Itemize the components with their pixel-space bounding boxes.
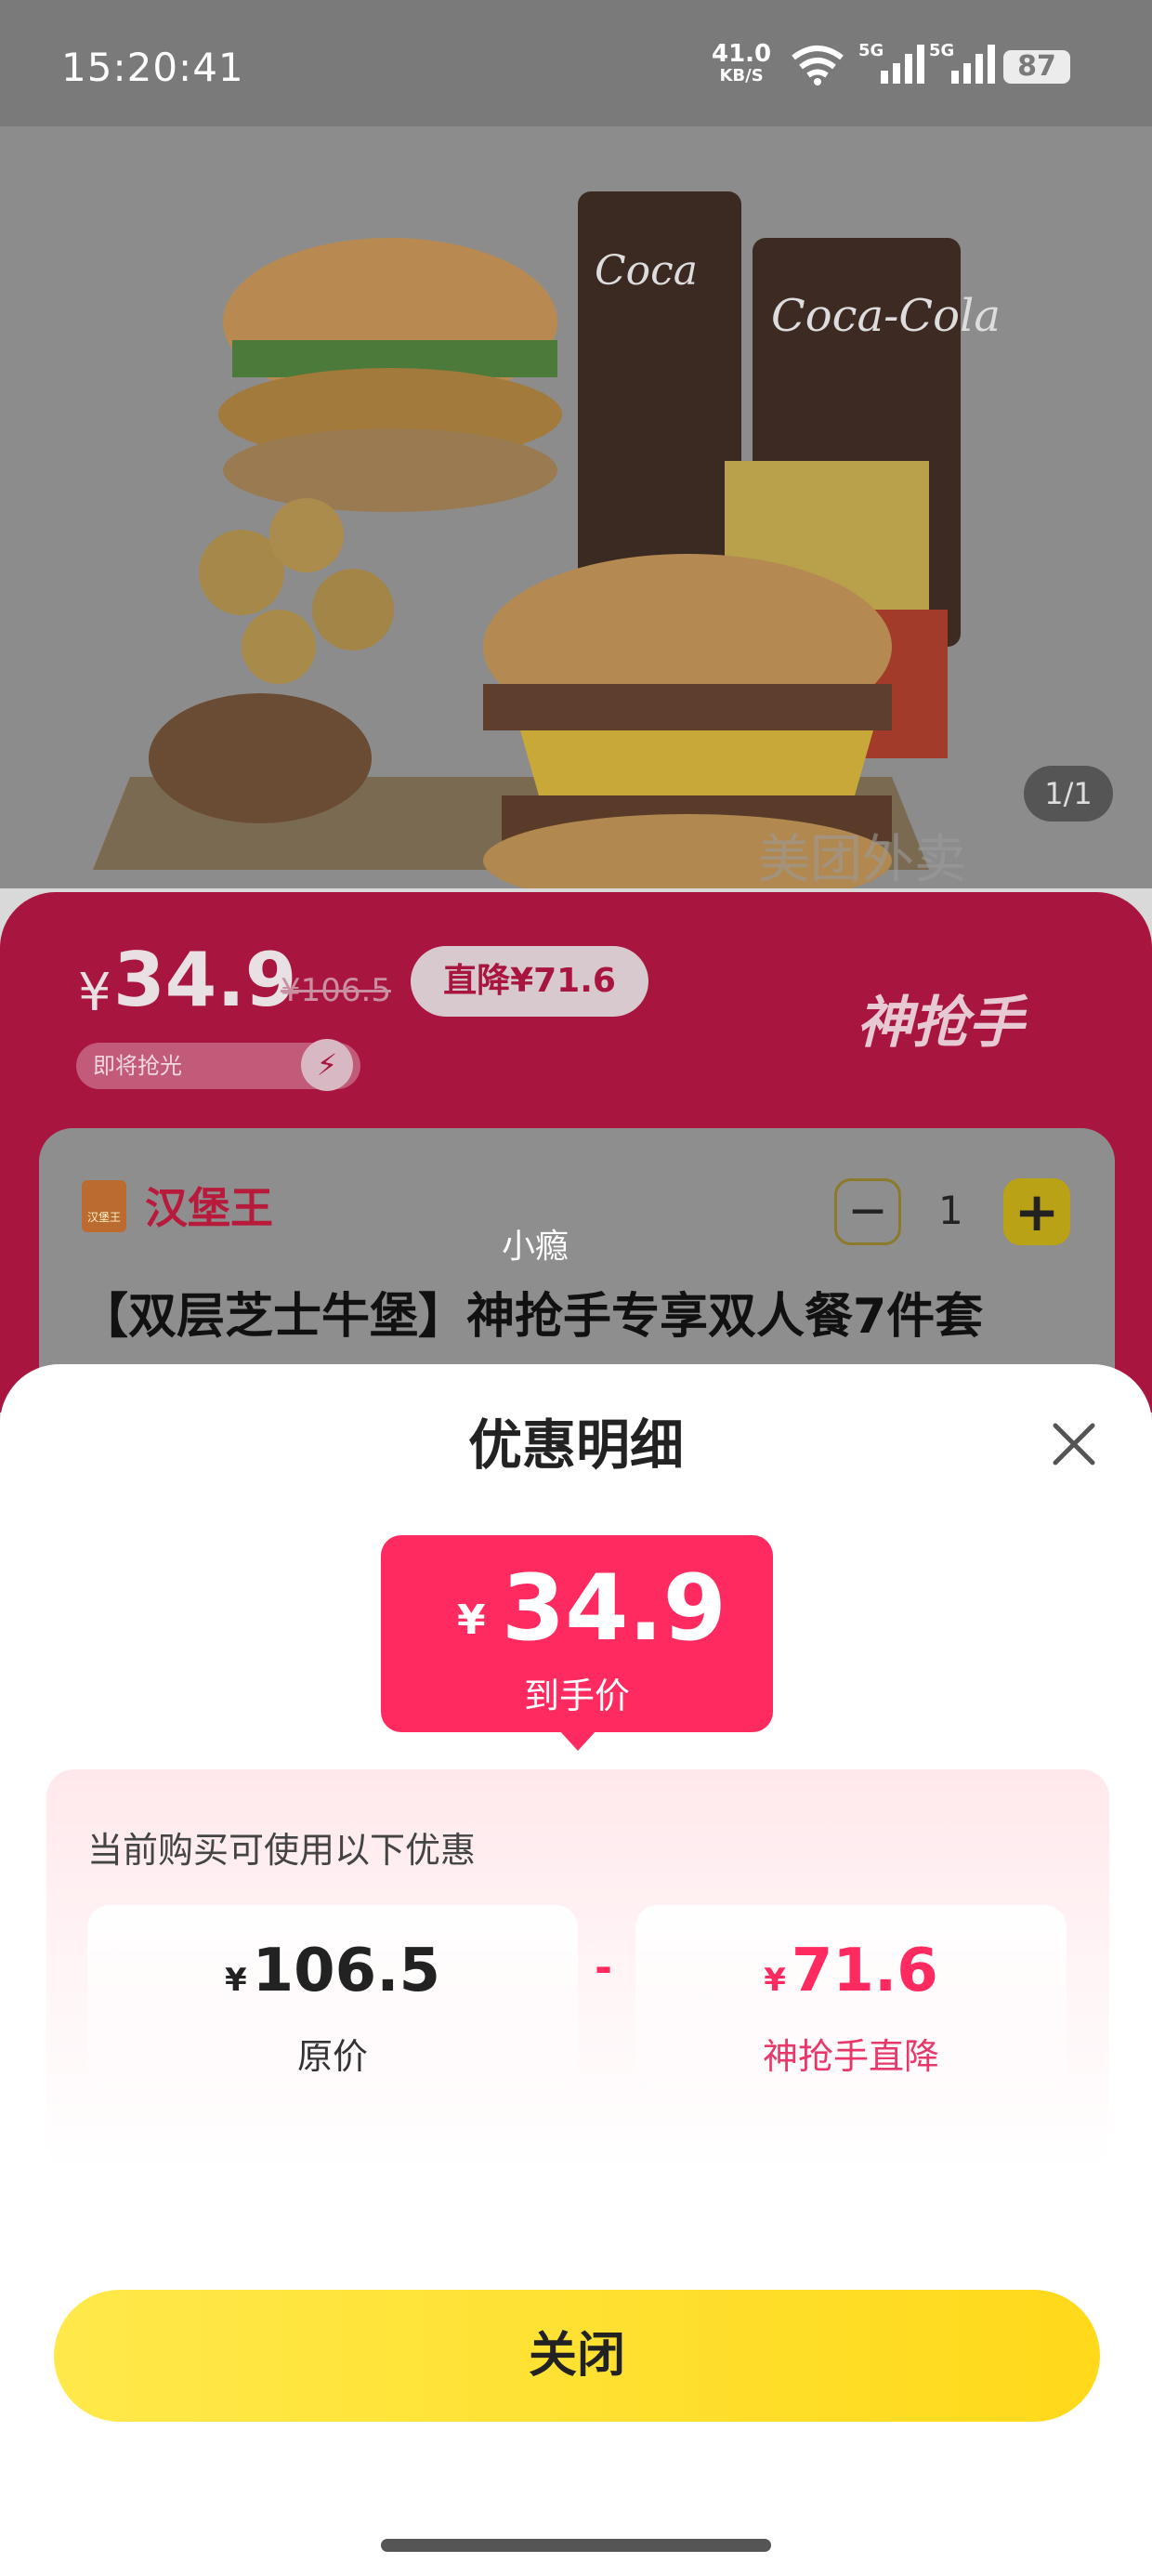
discount-label: 神抢手直降 [762, 2036, 939, 2077]
burger-meal-illustration: Coca Coca-Cola [0, 126, 1152, 888]
discount-amount: ¥71.6 [635, 1937, 1067, 2005]
image-pager: 1/1 [1024, 766, 1113, 821]
svg-text:Coca-Cola: Coca-Cola [771, 290, 1001, 342]
original-price-label: 原价 [296, 2036, 368, 2077]
net-speed: 41.0 KB/S [712, 40, 772, 87]
shop-logo: 汉堡王 [82, 1180, 126, 1232]
original-price-value: 106.5 [252, 1937, 441, 2005]
status-bar: 15:20:41 41.0 KB/S 5G 5G 87 [0, 0, 1152, 126]
home-indicator[interactable] [381, 2539, 771, 2552]
promo-original-price: ¥106.5 [281, 972, 391, 1009]
promo-currency: ¥ [78, 963, 111, 1023]
promo-drop-badge: 直降¥71.6 [411, 946, 648, 1017]
net-speed-unit: KB/S [719, 66, 764, 85]
discount-cell: ¥71.6 神抢手直降 [635, 1905, 1067, 2091]
product-title: 【双层芝士牛堡】神抢手专享双人餐7件套 [80, 1289, 984, 1345]
quantity-value: 1 [938, 1188, 963, 1233]
lightning-icon: ⚡ [301, 1039, 353, 1091]
status-time: 15:20:41 [61, 45, 244, 90]
final-price-value: 34.9 [502, 1556, 727, 1662]
close-button[interactable]: 关闭 [54, 2290, 1100, 2422]
original-price-cell: ¥106.5 原价 [87, 1905, 578, 2091]
discount-currency: ¥ [764, 1962, 786, 1999]
battery-icon: 87 [1003, 50, 1070, 84]
final-price-currency: ¥ [457, 1597, 486, 1644]
promo-price: 34.9 [113, 937, 297, 1023]
close-icon[interactable] [1046, 1416, 1102, 1472]
original-price-currency: ¥ [224, 1962, 247, 1999]
original-price-amount: ¥106.5 [87, 1937, 578, 2005]
discount-hint: 当前购买可使用以下优惠 [87, 1830, 477, 1871]
user-label: 小瘾 [502, 1228, 569, 1266]
net-speed-value: 41.0 [712, 40, 772, 68]
quantity-plus-button[interactable]: + [1003, 1178, 1070, 1245]
final-price-label: 到手价 [523, 1676, 630, 1716]
wifi-icon [792, 46, 844, 85]
svg-text:Coca: Coca [595, 247, 698, 295]
price-box-pointer [559, 1730, 596, 1751]
final-price-box: ¥ 34.9 到手价 [381, 1535, 773, 1732]
watermark-text: 美团外卖 [758, 830, 966, 888]
shop-name[interactable]: 汉堡王 [145, 1175, 273, 1236]
product-image[interactable]: Coca Coca-Cola 美团外卖 [0, 126, 1152, 888]
minus-operator: - [595, 1942, 613, 1992]
sheet-title: 优惠明细 [467, 1413, 684, 1477]
quantity-minus-button[interactable]: − [834, 1178, 901, 1245]
discount-value: 71.6 [791, 1937, 938, 2005]
promo-brand-logo: 神抢手 [857, 991, 1024, 1056]
